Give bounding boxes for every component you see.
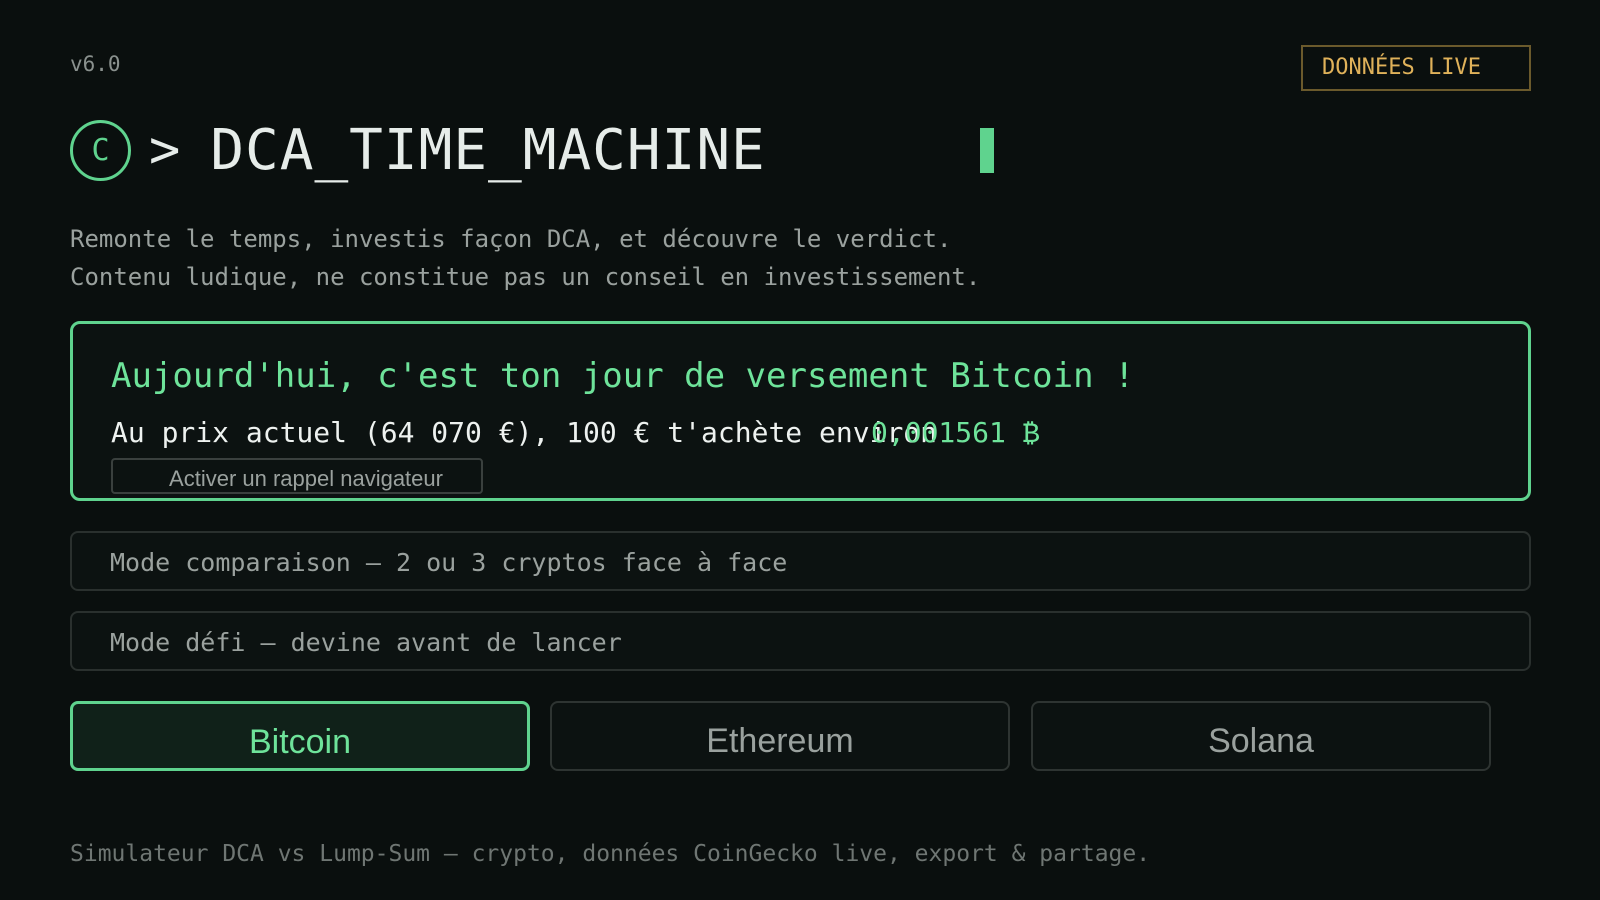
today-reminder-card: Aujourd'hui, c'est ton jour de versement… bbox=[70, 321, 1531, 501]
crypto-button-ethereum[interactable]: Ethereum bbox=[550, 701, 1010, 771]
today-card-title: Aujourd'hui, c'est ton jour de versement… bbox=[111, 356, 1135, 396]
subtitle-line-1: Remonte le temps, investis façon DCA, et… bbox=[70, 225, 952, 253]
blinking-cursor bbox=[980, 128, 994, 173]
version-label: v6.0 bbox=[70, 52, 121, 76]
subtitle-line-2: Contenu ludique, ne constitue pas un con… bbox=[70, 263, 981, 291]
compare-mode-toggle[interactable]: Mode comparaison — 2 ou 3 cryptos face à… bbox=[70, 531, 1531, 591]
coin-logo-icon: C bbox=[70, 119, 131, 181]
crypto-button-bitcoin[interactable]: Bitcoin bbox=[70, 701, 530, 771]
page-title: DCA_TIME_MACHINE bbox=[210, 117, 766, 183]
today-card-text: Au prix actuel (64 070 €), 100 € t'achèt… bbox=[111, 416, 938, 449]
footer-text: Simulateur DCA vs Lump-Sum — crypto, don… bbox=[70, 841, 1151, 867]
crypto-button-solana[interactable]: Solana bbox=[1031, 701, 1491, 771]
activate-reminder-button[interactable]: Activer un rappel navigateur bbox=[111, 458, 483, 494]
logo-letter: C bbox=[91, 132, 110, 168]
title-row: C > DCA_TIME_MACHINE bbox=[70, 117, 766, 183]
today-card-amount: 0,001561 ₿ bbox=[871, 416, 1040, 449]
subtitle: Remonte le temps, investis façon DCA, et… bbox=[70, 220, 980, 296]
prompt-symbol: > bbox=[149, 120, 181, 180]
challenge-mode-toggle[interactable]: Mode défi — devine avant de lancer bbox=[70, 611, 1531, 671]
live-data-badge: DONNÉES LIVE bbox=[1301, 45, 1531, 91]
